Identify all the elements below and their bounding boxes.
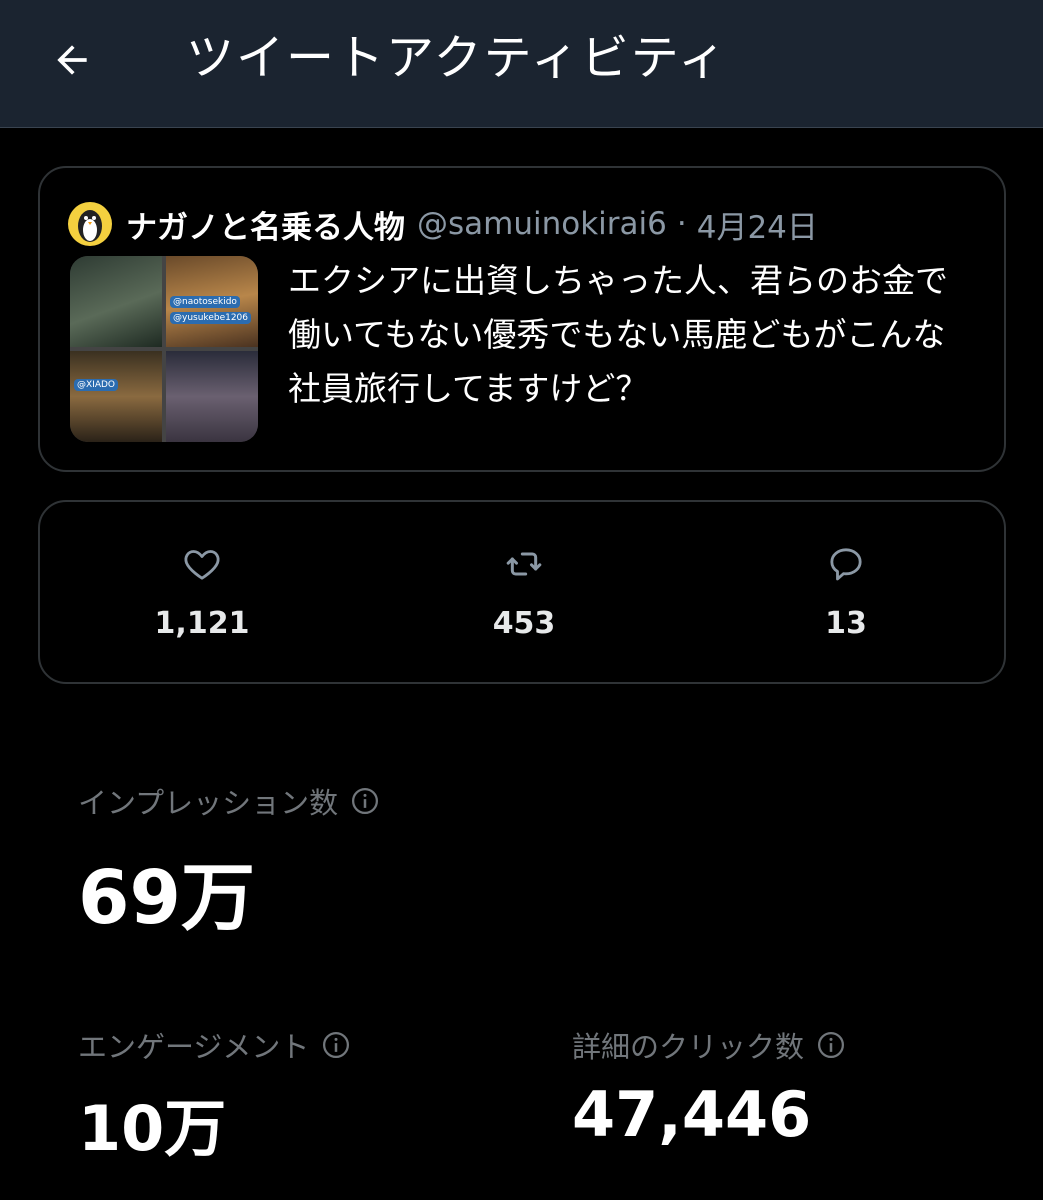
tweet-preview-card[interactable]: ナガノと名乗る人物 @samuinokirai6 · 4月24日 @naotos… [38,166,1006,472]
media-photo-1 [70,256,162,347]
page-title: ツイートアクティビティ [186,30,728,86]
media-overlay-tag: @naotosekido [170,296,240,308]
detail-clicks-label: 詳細のクリック数 [572,1030,805,1064]
retweets-stat: 453 [444,544,604,641]
media-photo-3: @XIADO [70,351,162,442]
impressions-label-row: インプレッション数 [78,780,380,822]
back-button[interactable] [44,32,100,88]
detail-clicks-label-row: 詳細のクリック数 [572,1024,846,1066]
tweet-author-row: ナガノと名乗る人物 @samuinokirai6 · 4月24日 [68,202,818,246]
dot-separator: · [676,206,687,242]
reply-bubble-icon [826,544,866,584]
retweets-count: 453 [492,606,556,641]
engagements-value: 10万 [78,1092,227,1165]
likes-count: 1,121 [154,606,250,641]
info-icon[interactable] [350,786,380,816]
engagements-label: エンゲージメント [78,1030,310,1064]
replies-stat: 13 [766,544,926,641]
impressions-metric: インプレッション数 69万 [78,780,380,945]
replies-count: 13 [825,606,867,641]
retweet-icon [504,544,544,584]
info-icon[interactable] [321,1030,351,1060]
engagement-stats-card: 1,121 453 13 [38,500,1006,684]
media-photo-2: @naotosekido @yusukebe1206 [166,256,258,347]
tweet-text: エクシアに出資しちゃった人、君らのお金で働いてもない優秀でもない馬鹿どもがこんな… [288,261,948,408]
tweet-date: 4月24日 [696,209,818,246]
media-photo-4 [166,351,258,442]
detail-clicks-metric: 詳細のクリック数 47,446 [572,1024,846,1151]
heart-icon [182,544,222,584]
tweet-author-handle: @samuinokirai6 [417,206,667,242]
top-app-bar: ツイートアクティビティ [0,0,1043,128]
impressions-value: 69万 [78,855,255,941]
media-overlay-tag: @yusukebe1206 [170,312,252,324]
engagements-label-row: エンゲージメント [78,1024,351,1066]
media-overlay-tag: @XIADO [74,379,118,391]
penguin-avatar-icon [68,202,112,246]
likes-stat: 1,121 [122,544,282,641]
arrow-left-icon [57,45,87,75]
info-icon[interactable] [816,1030,846,1060]
tweet-author-name: ナガノと名乗る人物 [126,209,405,246]
engagements-metric: エンゲージメント 10万 [78,1024,351,1168]
impressions-label: インプレッション数 [78,786,339,820]
detail-clicks-value: 47,446 [572,1078,812,1151]
tweet-media-thumbnail[interactable]: @naotosekido @yusukebe1206 @XIADO [70,256,258,442]
